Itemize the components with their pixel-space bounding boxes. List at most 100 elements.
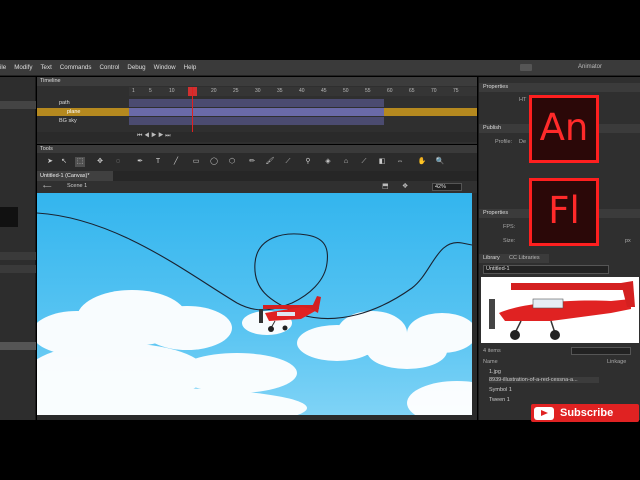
selection-tool-icon[interactable]: ➤ — [45, 157, 55, 167]
library-item[interactable]: Symbol 1 — [489, 387, 512, 393]
menu-commands[interactable]: Commands — [60, 64, 92, 71]
left-row — [0, 265, 36, 273]
col-name[interactable]: Name — [483, 359, 498, 365]
left-row — [0, 252, 36, 260]
stage-artwork — [37, 212, 472, 415]
animate-logo: An — [529, 95, 599, 163]
3d-rotation-tool-icon[interactable]: ✥ — [95, 157, 105, 167]
brush-tool-icon[interactable]: ⟋ — [283, 157, 293, 167]
subselection-tool-icon[interactable]: ↖ — [59, 157, 69, 167]
menu-debug[interactable]: Debug — [127, 64, 145, 71]
library-item[interactable]: 1.jpg — [489, 369, 501, 375]
pen-tool-icon[interactable]: ✒ — [135, 157, 145, 167]
layer-name: plane — [67, 109, 81, 115]
paint-brush-tool-icon[interactable]: 🖌 — [265, 157, 275, 167]
properties-title: Properties — [479, 83, 640, 92]
free-transform-tool-icon[interactable]: ⬚ — [75, 157, 85, 167]
profile-value[interactable]: De — [519, 139, 526, 145]
document-type: HT — [519, 97, 527, 103]
library-item[interactable]: Tween 1 — [489, 397, 510, 403]
left-dropdown[interactable] — [0, 101, 36, 109]
zoom-tool-icon[interactable]: 🔍 — [435, 157, 445, 167]
layer-frames[interactable] — [129, 117, 384, 125]
ruler-tick: 20 — [211, 88, 217, 94]
back-arrow-icon[interactable]: ⟵ — [43, 183, 52, 190]
bone-tool-icon[interactable]: ⚲ — [303, 157, 313, 167]
left-field[interactable] — [0, 342, 36, 350]
workspace-switcher[interactable]: Animator — [578, 64, 602, 70]
width-tool-icon[interactable]: ⇔ — [395, 157, 405, 167]
library-count: 4 items — [483, 348, 501, 354]
ruler-tick: 50 — [343, 88, 349, 94]
frame-ruler[interactable]: 1 5 10 15 20 25 30 35 40 45 50 55 60 65 … — [129, 87, 477, 96]
text-tool-icon[interactable]: T — [153, 157, 163, 167]
scene-label[interactable]: Scene 1 — [67, 183, 87, 189]
ruler-tick: 55 — [365, 88, 371, 94]
tools-panel: Tools ➤ ↖ ⬚ ✥ ◌ ✒ T ╱ ▭ ◯ ⬡ ✏ 🖌 ⟋ ⚲ ◈ ⌂ … — [37, 145, 477, 171]
line-tool-icon[interactable]: ╱ — [171, 157, 181, 167]
polystar-tool-icon[interactable]: ⬡ — [227, 157, 237, 167]
document-tab[interactable]: Untitled-1 (Canvas)* — [37, 171, 113, 181]
library-item[interactable]: 8939-illustration-of-a-red-cessna-a... — [489, 377, 599, 383]
menu-help[interactable]: Help — [184, 64, 197, 71]
layer-frames[interactable] — [129, 108, 384, 116]
layer-frames[interactable] — [129, 99, 384, 107]
color-swatch[interactable] — [0, 207, 18, 227]
eraser-tool-icon[interactable]: ◧ — [377, 157, 387, 167]
menu-modify[interactable]: Modify — [14, 64, 32, 71]
subscribe-label: Subscribe — [560, 407, 614, 419]
ruler-tick: 10 — [169, 88, 175, 94]
ruler-tick: 65 — [409, 88, 415, 94]
layer-path[interactable]: path — [37, 99, 477, 107]
menu-text[interactable]: Text — [40, 64, 51, 71]
playhead[interactable] — [192, 87, 193, 132]
lasso-tool-icon[interactable]: ◌ — [113, 157, 123, 167]
playback-controls-icon[interactable]: ⏮ ◀ ▶ ▶ ⏭ — [137, 133, 171, 140]
ruler-tick: 75 — [453, 88, 459, 94]
rectangle-tool-icon[interactable]: ▭ — [191, 157, 201, 167]
profile-label: Profile: — [495, 139, 513, 145]
stage-canvas[interactable] — [37, 193, 472, 415]
paint-bucket-tool-icon[interactable]: ◈ — [323, 157, 333, 167]
timeline-title: Timeline — [37, 77, 477, 86]
oval-tool-icon[interactable]: ◯ — [209, 157, 219, 167]
flash-logo: Fl — [529, 178, 599, 246]
timeline-controls: ⏮ ◀ ▶ ▶ ⏭ — [37, 132, 477, 142]
layer-name: BG sky — [59, 118, 77, 124]
ruler-tick: 1 — [132, 88, 135, 94]
tools-title: Tools — [37, 145, 477, 153]
letterbox-top — [0, 0, 640, 60]
ruler-tick: 30 — [255, 88, 261, 94]
cc-libraries-tab[interactable]: CC Libraries — [509, 255, 540, 261]
ruler-tick: 60 — [387, 88, 393, 94]
ruler-tick: 40 — [299, 88, 305, 94]
subscribe-button[interactable]: Subscribe — [531, 404, 639, 422]
menu-control[interactable]: Control — [99, 64, 119, 71]
document-tabs: Untitled-1 (Canvas)* — [37, 171, 477, 181]
center-stage-icon[interactable]: ⬒ — [382, 182, 389, 190]
size-unit: px — [625, 238, 631, 244]
sync-icon[interactable] — [520, 64, 532, 71]
ruler-tick: 25 — [233, 88, 239, 94]
eyedropper-tool-icon[interactable]: ⟋ — [359, 157, 369, 167]
stage-vertical-scrollbar[interactable] — [472, 193, 477, 415]
library-file-select[interactable]: Untitled-1 — [483, 265, 609, 274]
hand-tool-icon[interactable]: ✋ — [417, 157, 427, 167]
right-panel: Properties HT Publish Profile: De Proper… — [478, 77, 640, 420]
zoom-select[interactable]: 42% — [432, 183, 462, 191]
pencil-tool-icon[interactable]: ✏ — [247, 157, 257, 167]
left-panel — [0, 77, 36, 420]
edit-bar: ⟵ Scene 1 ⬒ ❖ 42% — [37, 181, 477, 193]
menu-file[interactable]: ile — [0, 64, 6, 71]
menu-window[interactable]: Window — [154, 64, 176, 71]
fps-label: FPS: — [503, 224, 516, 230]
stage-horizontal-scrollbar[interactable] — [37, 415, 477, 420]
ink-bottle-tool-icon[interactable]: ⌂ — [341, 157, 351, 167]
menu-bar: ile Modify Text Commands Control Debug W… — [0, 60, 640, 76]
timeline-panel: Timeline 1 5 10 15 20 25 30 35 40 45 50 … — [37, 77, 477, 144]
library-search-input[interactable] — [571, 347, 631, 355]
edit-symbols-icon[interactable]: ❖ — [402, 182, 408, 190]
layer-plane[interactable]: plane — [37, 108, 477, 116]
layer-bg-sky[interactable]: BG sky — [37, 117, 477, 125]
col-linkage[interactable]: Linkage — [607, 359, 626, 365]
